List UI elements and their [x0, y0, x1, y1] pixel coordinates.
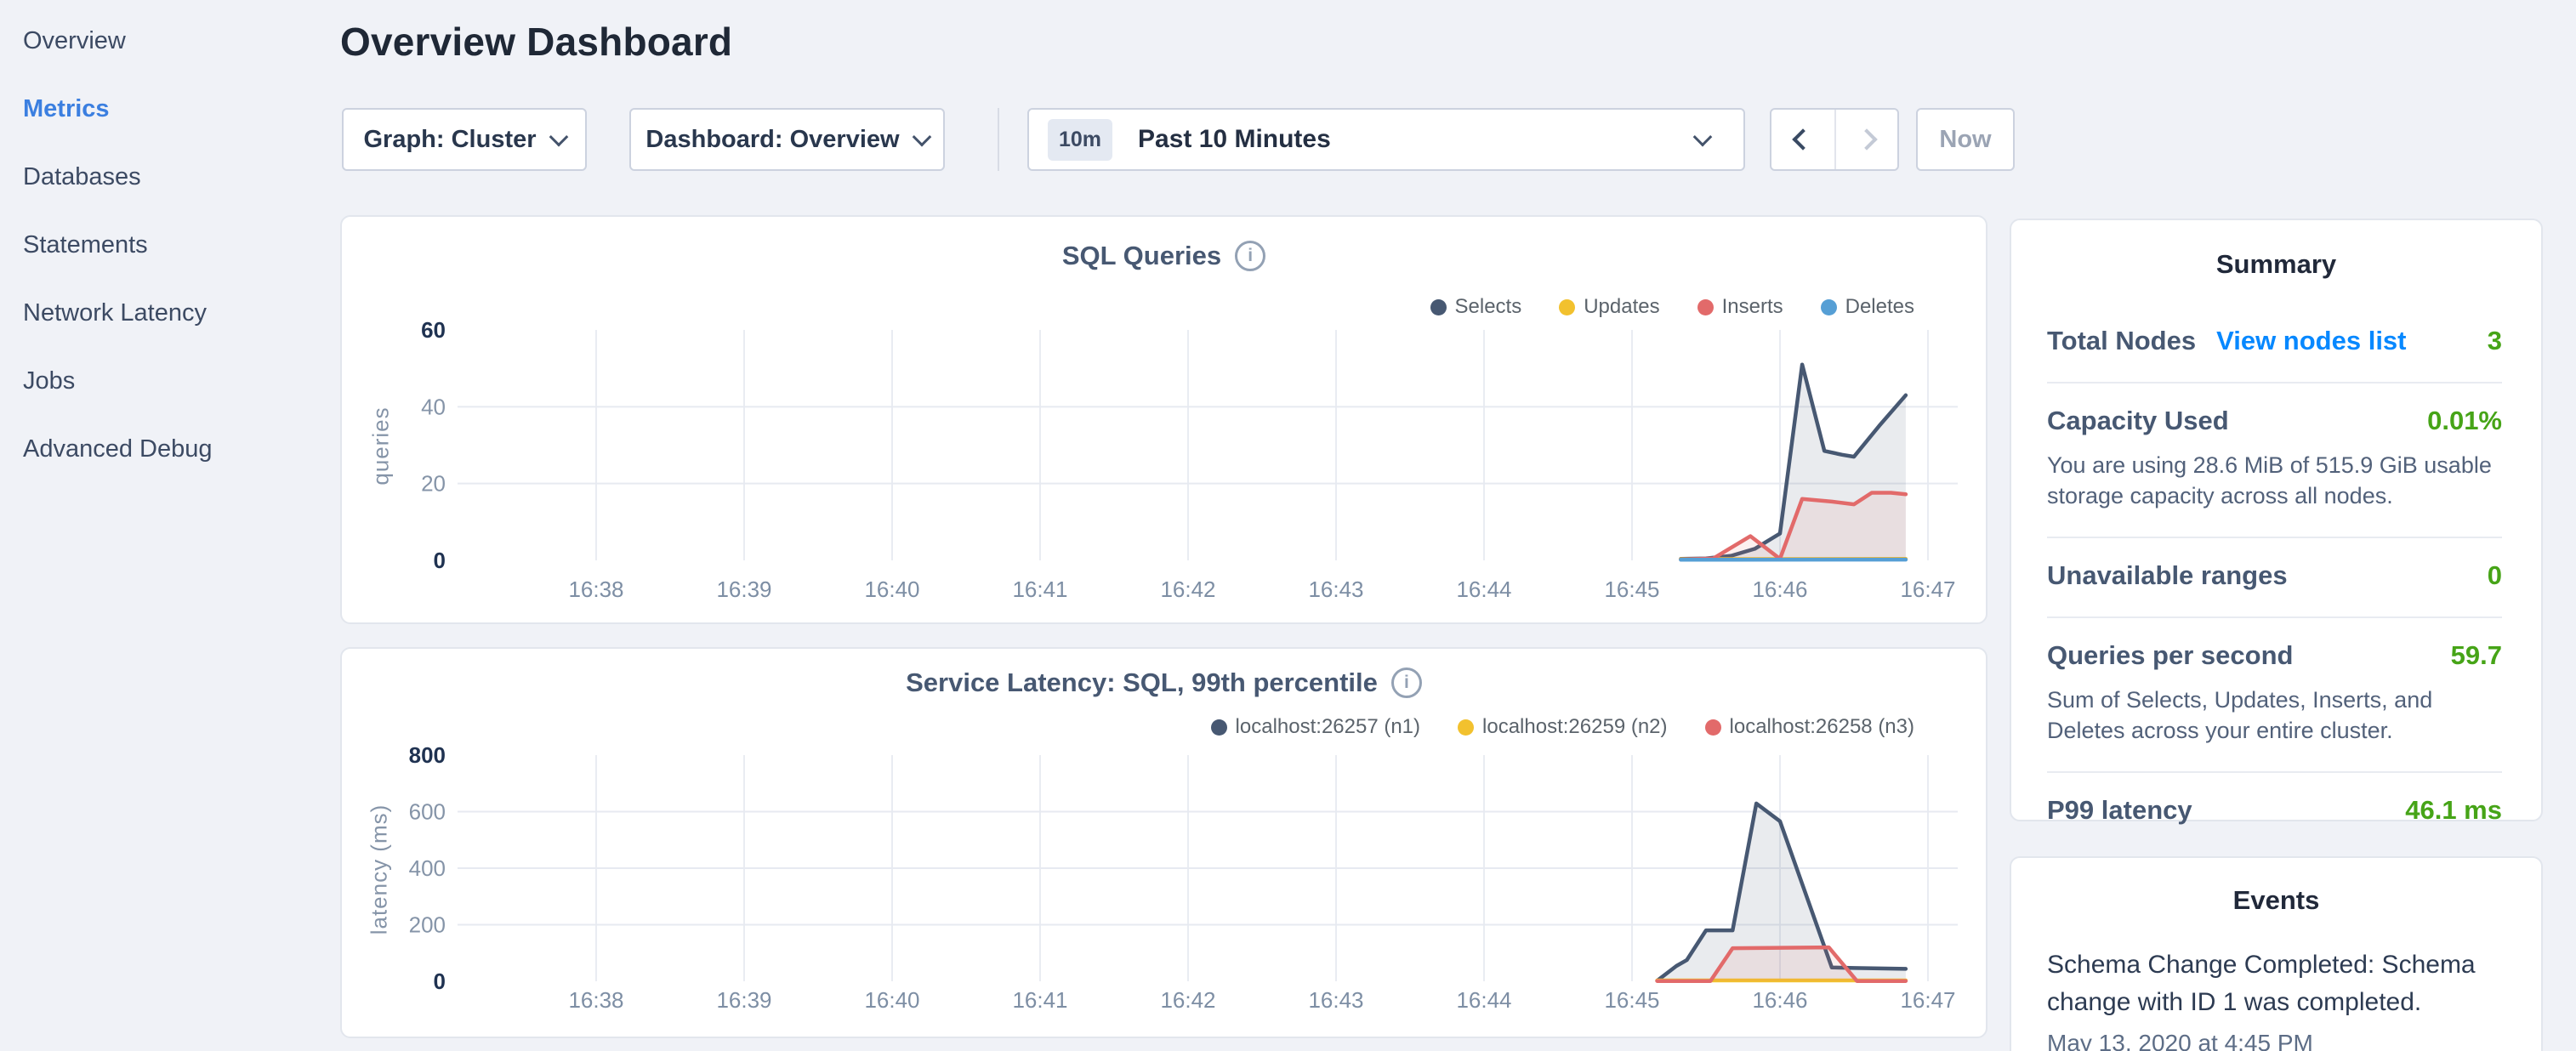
time-range-label: Past 10 Minutes: [1138, 125, 1331, 154]
sidebar-item-overview[interactable]: Overview: [23, 7, 340, 75]
summary-title: Summary: [2011, 249, 2541, 280]
sidebar-item-jobs[interactable]: Jobs: [23, 347, 340, 415]
summary-value: 59.7: [2451, 640, 2502, 671]
svg-text:16:41: 16:41: [1012, 577, 1067, 602]
svg-text:600: 600: [409, 799, 446, 825]
summary-subtext: Sum of Selects, Updates, Inserts, and De…: [2047, 685, 2502, 746]
graph-dropdown-label: Graph: Cluster: [363, 126, 536, 154]
summary-label: Queries per second: [2047, 640, 2293, 671]
dashboard-dropdown-label: Dashboard: Overview: [645, 126, 899, 154]
graph-dropdown[interactable]: Graph: Cluster: [342, 108, 587, 171]
svg-text:16:38: 16:38: [568, 987, 623, 1013]
chevron-down-icon: [549, 128, 568, 147]
page-title: Overview Dashboard: [340, 19, 732, 65]
svg-text:16:47: 16:47: [1900, 987, 1955, 1013]
summary-row-p99-latency: P99 latency 46.1 ms: [2047, 771, 2502, 851]
svg-text:20: 20: [421, 471, 446, 497]
svg-text:200: 200: [409, 912, 446, 938]
events-title: Events: [2011, 885, 2541, 916]
svg-text:800: 800: [409, 742, 446, 768]
dashboard-dropdown[interactable]: Dashboard: Overview: [629, 108, 945, 171]
time-prev-button[interactable]: [1771, 110, 1834, 169]
svg-text:60: 60: [421, 317, 446, 343]
service-latency-chart: 16:38 16:39 16:40 16:41 16:42 16:43 16:44 16:45…: [342, 649, 1989, 1040]
svg-text:16:38: 16:38: [568, 577, 623, 602]
sidebar: Overview Metrics Databases Statements Ne…: [0, 0, 340, 1051]
svg-text:16:46: 16:46: [1752, 987, 1807, 1013]
sql-queries-chart: 16:38 16:39 16:40 16:41 16:42 16:43 16:44 16:45…: [342, 217, 1989, 626]
svg-text:16:45: 16:45: [1604, 577, 1659, 602]
toolbar-divider: [998, 108, 999, 171]
svg-text:16:42: 16:42: [1160, 577, 1215, 602]
summary-label: Unavailable ranges: [2047, 560, 2288, 591]
chevron-down-icon: [1693, 128, 1713, 147]
svg-text:16:44: 16:44: [1456, 577, 1511, 602]
sql-queries-chart-card: SQL Queries SelectsUpdatesInsertsDeletes…: [340, 215, 1987, 624]
summary-value: 0.01%: [2427, 406, 2502, 436]
summary-row-capacity-used: Capacity Used 0.01% You are using 28.6 M…: [2047, 382, 2502, 537]
summary-value: 46.1 ms: [2405, 795, 2502, 826]
svg-text:16:39: 16:39: [716, 987, 771, 1013]
event-item-text: Schema Change Completed: Schema change w…: [2047, 946, 2523, 1021]
time-step-buttons: [1770, 108, 1899, 171]
summary-label: P99 latency: [2047, 795, 2192, 826]
service-latency-chart-card: Service Latency: SQL, 99th percentile lo…: [340, 647, 1987, 1038]
svg-text:16:44: 16:44: [1456, 987, 1511, 1013]
svg-text:16:43: 16:43: [1308, 987, 1363, 1013]
svg-text:400: 400: [409, 855, 446, 881]
svg-text:0: 0: [434, 548, 446, 573]
svg-text:16:39: 16:39: [716, 577, 771, 602]
time-next-button[interactable]: [1834, 110, 1897, 169]
summary-label: Capacity Used: [2047, 406, 2229, 436]
svg-text:16:42: 16:42: [1160, 987, 1215, 1013]
svg-text:16:46: 16:46: [1752, 577, 1807, 602]
summary-row-unavailable-ranges: Unavailable ranges 0: [2047, 537, 2502, 616]
chevron-left-icon: [1792, 128, 1813, 150]
summary-label: Total Nodes: [2047, 326, 2196, 356]
sidebar-item-databases[interactable]: Databases: [23, 143, 340, 211]
summary-value: 3: [2488, 326, 2502, 356]
svg-text:16:41: 16:41: [1012, 987, 1067, 1013]
svg-text:16:43: 16:43: [1308, 577, 1363, 602]
view-nodes-list-link[interactable]: View nodes list: [2216, 326, 2406, 356]
svg-text:16:47: 16:47: [1900, 577, 1955, 602]
svg-text:0: 0: [434, 969, 446, 994]
sidebar-item-network-latency[interactable]: Network Latency: [23, 279, 340, 347]
sidebar-item-advanced-debug[interactable]: Advanced Debug: [23, 415, 340, 483]
sidebar-item-metrics[interactable]: Metrics: [23, 75, 340, 143]
events-panel: Events Schema Change Completed: Schema c…: [2010, 856, 2543, 1051]
sidebar-item-statements[interactable]: Statements: [23, 211, 340, 279]
svg-text:16:45: 16:45: [1604, 987, 1659, 1013]
summary-row-total-nodes: Total Nodes View nodes list 3: [2047, 304, 2502, 382]
summary-row-queries-per-second: Queries per second 59.7 Sum of Selects, …: [2047, 616, 2502, 771]
summary-subtext: You are using 28.6 MiB of 515.9 GiB usab…: [2047, 450, 2502, 511]
time-range-badge: 10m: [1048, 119, 1112, 161]
time-range-selector[interactable]: 10m Past 10 Minutes: [1027, 108, 1745, 171]
event-item-timestamp: May 13, 2020 at 4:45 PM: [2047, 1030, 2507, 1051]
svg-text:16:40: 16:40: [864, 577, 919, 602]
svg-text:16:40: 16:40: [864, 987, 919, 1013]
now-button[interactable]: Now: [1916, 108, 2015, 171]
svg-text:40: 40: [421, 394, 446, 419]
summary-panel: Summary Total Nodes View nodes list 3 Ca…: [2010, 219, 2543, 821]
chevron-down-icon: [912, 128, 931, 147]
summary-value: 0: [2488, 560, 2502, 591]
chevron-right-icon: [1856, 128, 1877, 150]
